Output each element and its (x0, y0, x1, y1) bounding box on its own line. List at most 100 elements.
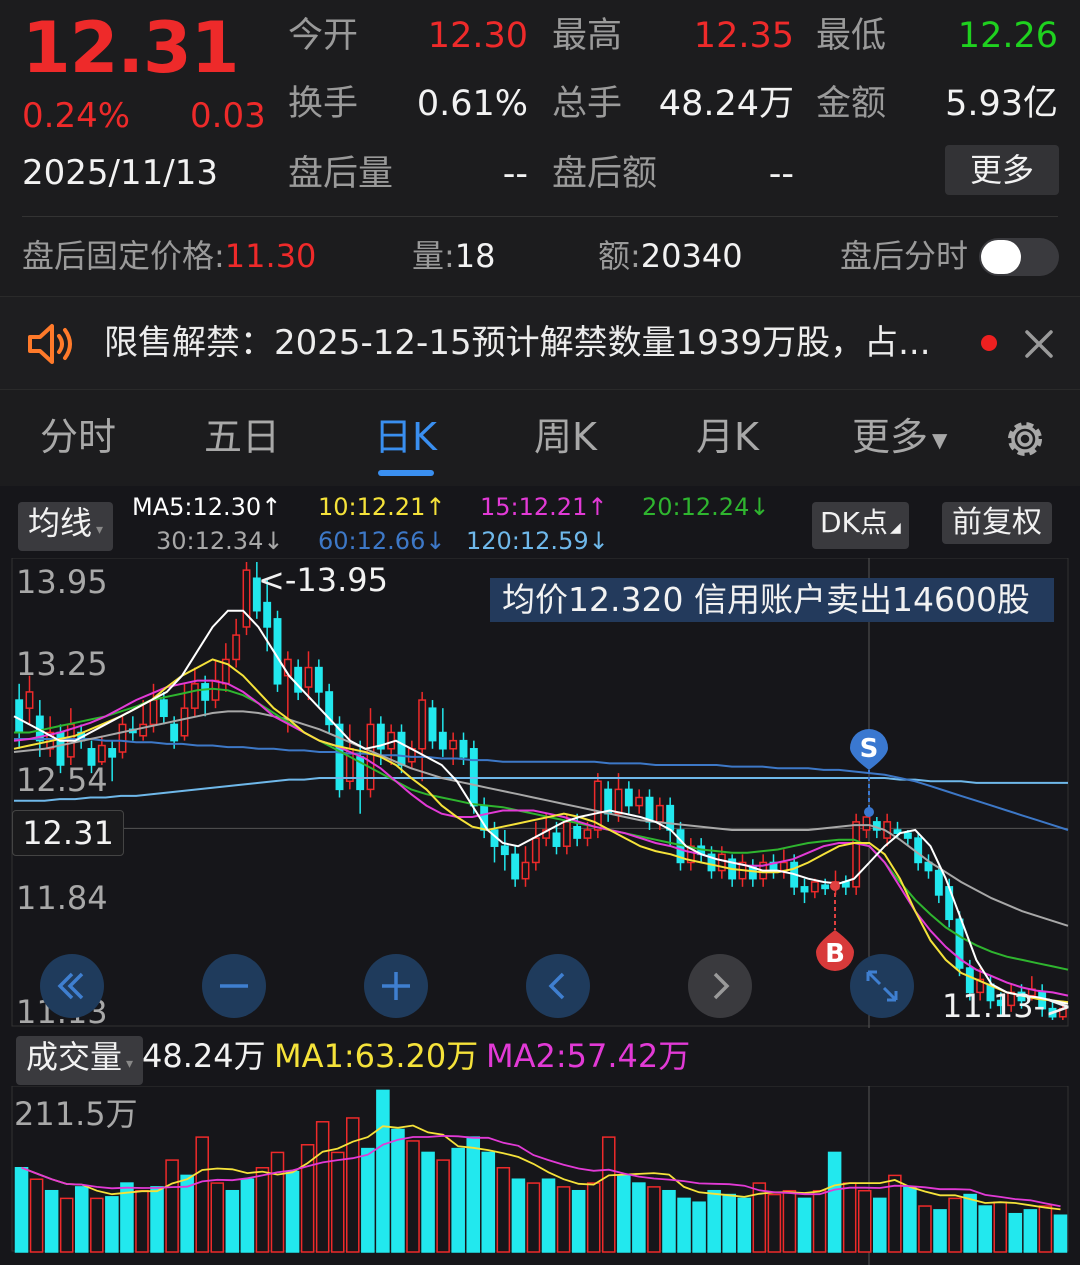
open-value: 12.30 (427, 16, 528, 56)
zoom-out-button[interactable] (202, 954, 266, 1018)
volume-bar (59, 1197, 74, 1253)
dk-point-button[interactable]: DK点 ◢ (812, 502, 909, 549)
candle (635, 789, 644, 814)
quote-date: 2025/11/13 (22, 153, 218, 193)
volume-bar (255, 1166, 270, 1253)
volume-bar (165, 1159, 179, 1253)
tab-intraday[interactable]: 分时 (40, 414, 116, 460)
volume-chart[interactable] (0, 1086, 1080, 1265)
volume-bar (74, 1186, 89, 1253)
scroll-right-button[interactable] (688, 954, 752, 1018)
volume-bar (1038, 1205, 1053, 1253)
more-quote-button[interactable]: 更多 (945, 145, 1059, 195)
volume-bar (105, 1196, 119, 1253)
buy-marker-text: B (825, 939, 845, 969)
volume-bar (210, 1182, 225, 1253)
chevron-right-icon (713, 972, 730, 1000)
plus-icon (382, 972, 410, 1000)
volume-bar (526, 1182, 541, 1253)
after-hours-amt: 额:20340 (598, 237, 743, 275)
ma15-value: 15:12.21↑ (480, 493, 608, 521)
candle (407, 740, 416, 769)
ma10-value: 10:12.21↑ (318, 493, 446, 521)
after-hours-intraday-toggle[interactable] (979, 238, 1059, 276)
tab-more[interactable]: 更多 ▼ (852, 414, 947, 463)
after-hours-qty: 量:18 (412, 237, 496, 275)
volume-bar (873, 1197, 887, 1253)
volume-bar (782, 1189, 797, 1253)
fullscreen-button[interactable] (850, 954, 914, 1018)
volume-ma1: MA1:63.20万 (274, 1037, 479, 1075)
scroll-far-left-button[interactable] (40, 954, 104, 1018)
volume-bar (361, 1147, 375, 1253)
dk-point-label: DK点 (820, 506, 888, 539)
candle (211, 659, 220, 709)
candle (779, 849, 788, 879)
change-value: 0.03 (190, 96, 266, 136)
expand-icon (866, 970, 898, 1002)
toggle-knob (981, 240, 1021, 274)
close-icon[interactable] (1024, 329, 1054, 359)
notice-text: 限售解禁：2025-12-15预计解禁数量1939万股，占... (104, 323, 931, 363)
volume-bar (240, 1178, 255, 1253)
volume-total: 48.24万 (142, 1037, 266, 1075)
volume-label: 总手 (552, 84, 623, 124)
y-axis-label: 11.84 (16, 879, 108, 917)
volume-bar (857, 1189, 872, 1253)
double-chevron-left-icon (57, 972, 84, 1000)
volume-bar (993, 1201, 1008, 1253)
settings-gear-icon[interactable] (1000, 414, 1050, 464)
sell-signal-marker[interactable]: S (846, 726, 892, 822)
tab-daily-k[interactable]: 日K (374, 414, 437, 460)
volume-bar (812, 1189, 827, 1253)
volume-bar (1008, 1212, 1023, 1253)
volume-indicator-button[interactable]: 成交量 ▾ (16, 1036, 144, 1085)
volume-bar (14, 1166, 29, 1253)
candle (666, 797, 675, 847)
volume-bar (647, 1186, 661, 1253)
tab-weekly-k[interactable]: 周K (534, 414, 597, 460)
candle (800, 878, 809, 904)
volume-indicator-label: 成交量 (26, 1038, 123, 1076)
volume-bar (707, 1189, 721, 1253)
after-hours-volume-label: 盘后量 (288, 154, 394, 194)
turnover-value: 0.61% (416, 84, 528, 124)
candle (449, 732, 458, 766)
ma-line-ma120 (14, 777, 1068, 802)
scroll-left-button[interactable] (526, 954, 590, 1018)
volume-bar (797, 1197, 812, 1253)
volume-axis-max: 211.5万 (14, 1095, 138, 1133)
amount-label: 金额 (816, 84, 887, 124)
volume-bar (722, 1193, 736, 1253)
y-axis-label: 12.54 (16, 761, 108, 799)
volume-bar (1023, 1209, 1038, 1253)
tab-monthly-k[interactable]: 月K (696, 414, 759, 460)
volume-bar (315, 1121, 330, 1253)
candle (728, 854, 737, 887)
caret-down-icon: ▾ (126, 1056, 134, 1072)
ma-selector-button[interactable]: 均线 ▾ (18, 502, 114, 551)
volume-bar (903, 1186, 917, 1253)
volume-bar (617, 1174, 631, 1253)
candle (242, 562, 251, 636)
adjust-mode-button[interactable]: 前复权 (942, 502, 1052, 544)
y-axis-label: 13.95 (16, 563, 108, 601)
minus-icon (220, 984, 248, 988)
tab-more-label: 更多 (852, 415, 929, 459)
volume-bar (330, 1151, 345, 1253)
trade-info-box: 均价12.320 信用账户卖出14600股 (490, 578, 1054, 622)
candle (604, 781, 613, 822)
zoom-in-button[interactable] (364, 954, 428, 1018)
caret-down-icon: ▼ (932, 427, 948, 452)
notice-bar[interactable]: 限售解禁：2025-12-15预计解禁数量1939万股，占... (0, 296, 1080, 390)
volume-bar (496, 1166, 511, 1253)
volume-bar (1053, 1214, 1068, 1253)
y-axis-label: 13.25 (16, 645, 108, 683)
volume-bar (44, 1189, 59, 1253)
last-price: 12.31 (22, 7, 239, 89)
tab-five-day[interactable]: 五日 (204, 414, 280, 460)
volume-bar (918, 1205, 932, 1253)
after-hours-amount-value: -- (768, 154, 794, 194)
candle (934, 865, 943, 904)
after-hours-intraday-label: 盘后分时 (840, 237, 969, 275)
